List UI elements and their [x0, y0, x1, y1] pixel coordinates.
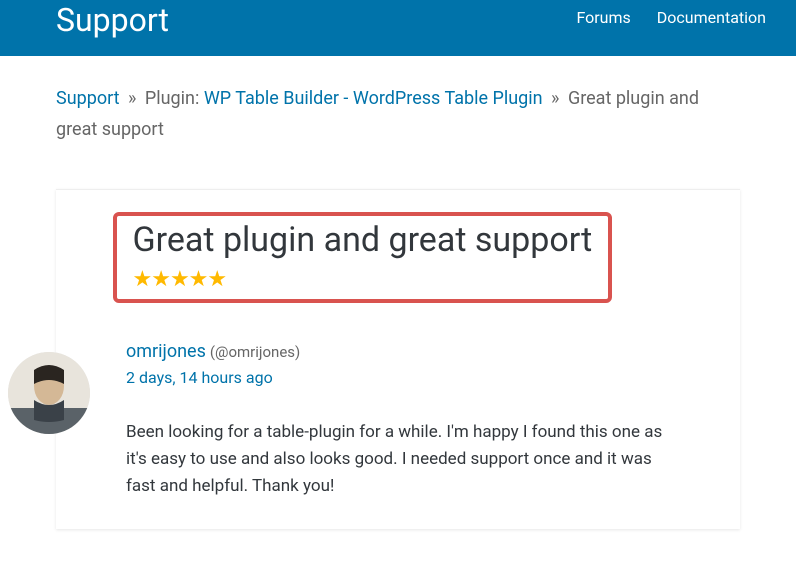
nav-forums[interactable]: Forums: [576, 8, 630, 27]
breadcrumb: Support » Plugin: WP Table Builder - Wor…: [0, 56, 796, 157]
star-rating: ★★★★★: [133, 267, 593, 292]
post-meta: omrijones (@omrijones) 2 days, 14 hours …: [126, 341, 670, 387]
avatar[interactable]: [8, 352, 90, 434]
highlight-annotation: Great plugin and great support ★★★★★: [113, 212, 612, 303]
breadcrumb-root-link[interactable]: Support: [56, 88, 120, 109]
nav-documentation[interactable]: Documentation: [657, 8, 766, 27]
review-title: Great plugin and great support: [133, 220, 593, 261]
breadcrumb-separator: »: [128, 88, 136, 109]
author-link[interactable]: omrijones: [126, 341, 206, 362]
review-card: Great plugin and great support ★★★★★ omr…: [56, 189, 740, 528]
author-handle: (@omrijones): [210, 343, 300, 361]
breadcrumb-plugin-prefix: Plugin:: [145, 88, 204, 109]
breadcrumb-plugin-link[interactable]: WP Table Builder - WordPress Table Plugi…: [204, 88, 543, 109]
avatar-icon: [8, 352, 90, 434]
timestamp-link[interactable]: 2 days, 14 hours ago: [126, 368, 670, 387]
header-bar: Support Forums Documentation: [0, 0, 796, 56]
breadcrumb-separator: »: [551, 88, 559, 109]
header-nav: Forums Documentation: [576, 8, 766, 27]
page-title: Support: [56, 4, 169, 36]
star-icon: ★★★★★: [133, 267, 227, 292]
review-body: Been looking for a table-plugin for a wh…: [126, 419, 670, 501]
